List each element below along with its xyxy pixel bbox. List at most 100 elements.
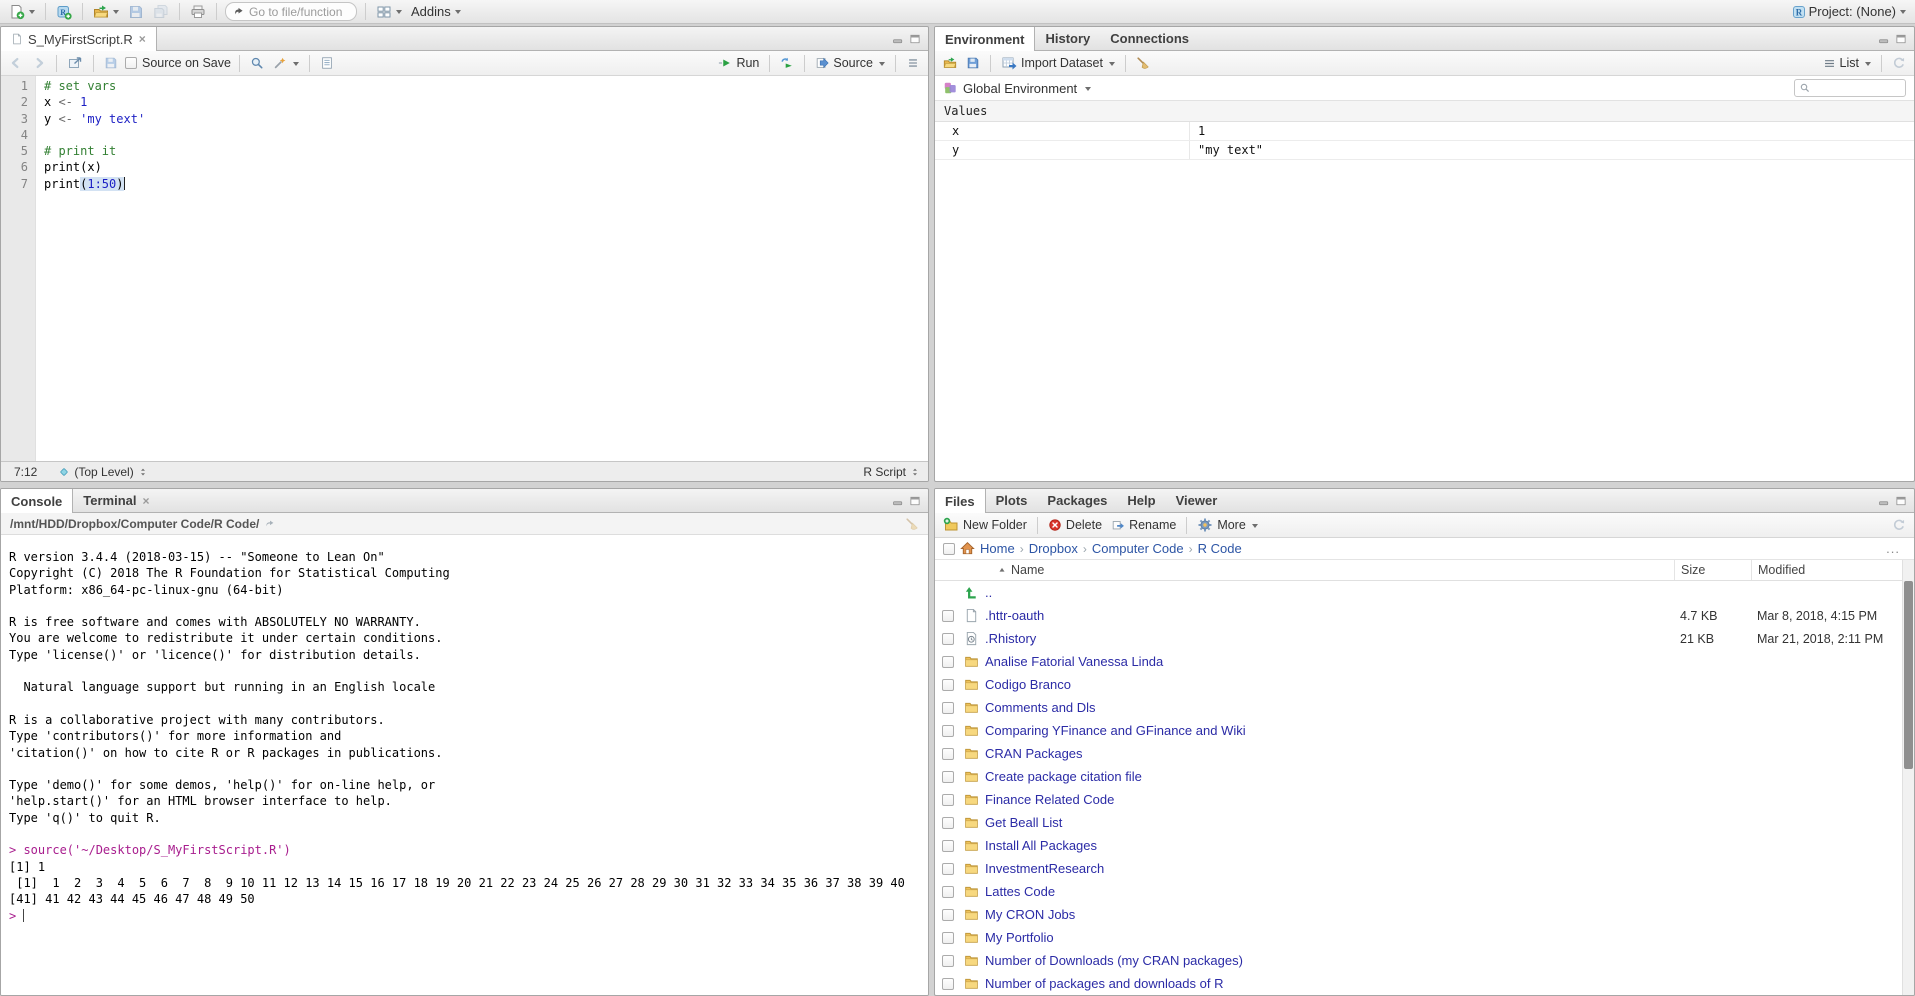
environment-value-row[interactable]: y"my text" bbox=[935, 141, 1914, 160]
file-row[interactable]: .. bbox=[935, 581, 1914, 604]
breadcrumb-computer-code[interactable]: Computer Code bbox=[1092, 541, 1184, 556]
minimize-panel-icon[interactable] bbox=[1878, 33, 1890, 45]
rename-button[interactable]: Rename bbox=[1109, 516, 1178, 534]
forward-button[interactable] bbox=[30, 54, 48, 72]
file-row[interactable]: .Rhistory21 KBMar 21, 2018, 2:11 PM bbox=[935, 627, 1914, 650]
file-row[interactable]: My Portfolio bbox=[935, 926, 1914, 949]
environment-view-mode-button[interactable]: List bbox=[1821, 54, 1873, 72]
tab-viewer[interactable]: Viewer bbox=[1166, 489, 1228, 512]
maximize-panel-icon[interactable] bbox=[1895, 495, 1907, 507]
column-size[interactable]: Size bbox=[1674, 560, 1751, 580]
new-project-button[interactable] bbox=[54, 3, 74, 21]
file-row[interactable]: Install All Packages bbox=[935, 834, 1914, 857]
file-name-link[interactable]: Analise Fatorial Vanessa Linda bbox=[985, 654, 1674, 669]
code-line[interactable]: y <- 'my text' bbox=[44, 111, 928, 127]
addins-button[interactable]: Addins bbox=[409, 3, 463, 20]
import-dataset-button[interactable]: Import Dataset bbox=[999, 53, 1117, 73]
maximize-panel-icon[interactable] bbox=[1895, 33, 1907, 45]
save-button[interactable] bbox=[126, 3, 146, 21]
open-file-button[interactable] bbox=[91, 3, 121, 21]
file-checkbox[interactable] bbox=[942, 909, 954, 921]
find-replace-button[interactable] bbox=[248, 54, 266, 72]
file-checkbox[interactable] bbox=[942, 610, 954, 622]
file-checkbox[interactable] bbox=[942, 817, 954, 829]
code-line[interactable] bbox=[44, 127, 928, 143]
file-checkbox[interactable] bbox=[942, 748, 954, 760]
file-row[interactable]: Comments and Dls bbox=[935, 696, 1914, 719]
code-line[interactable]: x <- 1 bbox=[44, 94, 928, 110]
code-line[interactable]: # set vars bbox=[44, 78, 928, 94]
file-name-link[interactable]: Install All Packages bbox=[985, 838, 1674, 853]
more-button[interactable]: More bbox=[1195, 515, 1259, 535]
code-tools-button[interactable] bbox=[271, 54, 301, 72]
file-row[interactable]: Comparing YFinance and GFinance and Wiki bbox=[935, 719, 1914, 742]
column-modified[interactable]: Modified bbox=[1751, 560, 1901, 580]
breadcrumb-r-code[interactable]: R Code bbox=[1198, 541, 1242, 556]
column-name[interactable]: Name bbox=[985, 563, 1674, 577]
tab-history[interactable]: History bbox=[1035, 27, 1100, 50]
file-name-link[interactable]: .Rhistory bbox=[985, 631, 1674, 646]
file-name-link[interactable]: Codigo Branco bbox=[985, 677, 1674, 692]
file-name-link[interactable]: .httr-oauth bbox=[985, 608, 1674, 623]
load-workspace-button[interactable] bbox=[941, 54, 959, 72]
save-all-button[interactable] bbox=[151, 3, 171, 21]
file-name-link[interactable]: Comparing YFinance and GFinance and Wiki bbox=[985, 723, 1674, 738]
save-script-button[interactable] bbox=[102, 54, 120, 72]
file-checkbox[interactable] bbox=[942, 978, 954, 990]
file-checkbox[interactable] bbox=[942, 955, 954, 967]
code-editor[interactable]: 1234567 # set varsx <- 1y <- 'my text' #… bbox=[1, 76, 928, 461]
file-row[interactable]: Get Beall List bbox=[935, 811, 1914, 834]
code-line[interactable]: print(1:50) bbox=[44, 176, 928, 192]
file-name-link[interactable]: Number of packages and downloads of R bbox=[985, 976, 1674, 991]
clear-environment-button[interactable] bbox=[1134, 54, 1152, 72]
file-checkbox[interactable] bbox=[942, 932, 954, 944]
delete-button[interactable]: Delete bbox=[1046, 516, 1104, 534]
tab-help[interactable]: Help bbox=[1117, 489, 1165, 512]
scope-selector[interactable]: (Top Level) bbox=[58, 465, 147, 479]
code-line[interactable]: print(x) bbox=[44, 159, 928, 175]
file-name-link[interactable]: Get Beall List bbox=[985, 815, 1674, 830]
file-checkbox[interactable] bbox=[942, 656, 954, 668]
goto-file-input[interactable] bbox=[249, 5, 349, 19]
select-all-checkbox[interactable] bbox=[943, 543, 955, 555]
file-checkbox[interactable] bbox=[942, 702, 954, 714]
file-row[interactable]: Analise Fatorial Vanessa Linda bbox=[935, 650, 1914, 673]
run-button[interactable]: Run bbox=[716, 54, 761, 72]
code-area[interactable]: # set varsx <- 1y <- 'my text' # print i… bbox=[36, 76, 928, 461]
file-row[interactable]: My CRON Jobs bbox=[935, 903, 1914, 926]
maximize-panel-icon[interactable] bbox=[909, 33, 921, 45]
minimize-panel-icon[interactable] bbox=[1878, 495, 1890, 507]
file-checkbox[interactable] bbox=[942, 771, 954, 783]
minimize-panel-icon[interactable] bbox=[892, 495, 904, 507]
global-environment-selector[interactable]: Global Environment bbox=[963, 81, 1077, 96]
tab-plots[interactable]: Plots bbox=[986, 489, 1038, 512]
goto-directory-icon[interactable] bbox=[264, 518, 276, 530]
file-name-link[interactable]: Comments and Dls bbox=[985, 700, 1674, 715]
file-name-link[interactable]: My CRON Jobs bbox=[985, 907, 1674, 922]
file-checkbox[interactable] bbox=[942, 886, 954, 898]
new-file-button[interactable] bbox=[7, 3, 37, 21]
file-row[interactable]: .httr-oauth4.7 KBMar 8, 2018, 4:15 PM bbox=[935, 604, 1914, 627]
file-checkbox[interactable] bbox=[942, 863, 954, 875]
home-icon[interactable] bbox=[960, 541, 975, 556]
file-name-link[interactable]: .. bbox=[985, 585, 1674, 600]
tab-terminal[interactable]: Terminal× bbox=[73, 489, 159, 512]
tab-environment[interactable]: Environment bbox=[935, 27, 1035, 51]
source-button[interactable]: Source bbox=[813, 54, 887, 72]
file-checkbox[interactable] bbox=[942, 840, 954, 852]
clear-console-icon[interactable] bbox=[905, 517, 919, 531]
maximize-panel-icon[interactable] bbox=[909, 495, 921, 507]
code-line[interactable]: # print it bbox=[44, 143, 928, 159]
tab-packages[interactable]: Packages bbox=[1037, 489, 1117, 512]
breadcrumb-home[interactable]: Home bbox=[980, 541, 1015, 556]
file-checkbox[interactable] bbox=[942, 725, 954, 737]
file-row[interactable]: Number of Downloads (my CRAN packages) bbox=[935, 949, 1914, 972]
close-terminal-icon[interactable]: × bbox=[143, 494, 150, 508]
file-name-link[interactable]: My Portfolio bbox=[985, 930, 1674, 945]
file-row[interactable]: Lattes Code bbox=[935, 880, 1914, 903]
compile-report-button[interactable] bbox=[318, 54, 336, 72]
file-checkbox[interactable] bbox=[942, 633, 954, 645]
file-type-selector[interactable]: R Script bbox=[863, 465, 920, 479]
console-output[interactable]: R version 3.4.4 (2018-03-15) -- "Someone… bbox=[1, 535, 928, 995]
file-checkbox[interactable] bbox=[942, 794, 954, 806]
